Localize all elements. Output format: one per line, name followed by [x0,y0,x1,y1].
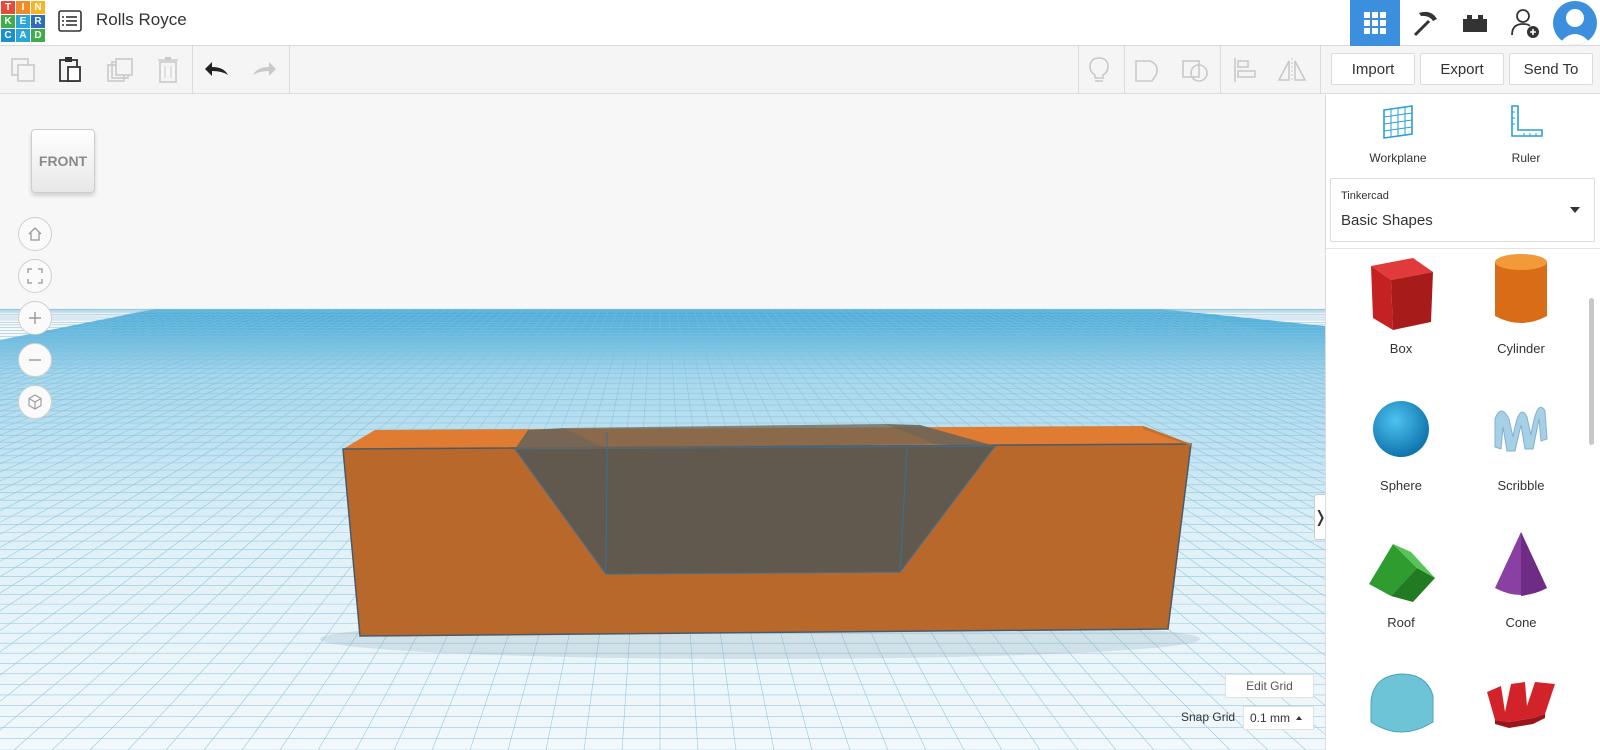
delete-icon[interactable] [145,46,191,93]
roof-shape-icon [1369,544,1435,602]
cone-shape-icon [1495,532,1547,596]
logo-letter: D [31,29,45,42]
library-source-label: Tinkercad [1341,190,1389,202]
shape-sphere[interactable]: Sphere [1346,389,1456,493]
shape-roof[interactable]: Roof [1346,526,1456,630]
workplane-label: Workplane [1369,151,1427,165]
logo-letter: R [31,15,45,28]
export-button[interactable]: Export [1420,53,1504,85]
perspective-icon[interactable] [18,385,52,419]
chevron-down-icon [1570,207,1580,213]
scribble-shape-icon [1494,406,1548,452]
text-shape-icon [1487,682,1555,728]
ungroup-icon[interactable] [1172,46,1218,93]
shape-box[interactable]: Box [1346,252,1456,356]
tinkercad-logo[interactable]: T I N K E R C A D [0,0,46,43]
shape-label: Cylinder [1497,341,1545,356]
panel-scrollbar[interactable] [1589,298,1594,445]
caret-up-icon [1296,716,1303,720]
shape-label: Box [1389,341,1413,356]
fit-view-icon[interactable] [18,259,52,293]
import-button[interactable]: Import [1331,53,1415,85]
zoom-in-icon[interactable] [18,301,52,335]
redo-icon[interactable] [241,46,287,93]
cylinder-shape-icon [1495,254,1547,323]
group-icon[interactable] [1125,46,1171,93]
mirror-icon[interactable] [1269,46,1315,93]
shape-label: Roof [1387,615,1415,630]
avatar[interactable] [1550,0,1600,46]
snap-grid-value: 0.1 mm [1250,711,1291,725]
undo-icon[interactable] [194,46,240,93]
collapse-panel-button[interactable]: ❭ [1314,494,1325,540]
logo-letter: T [1,1,15,14]
shape-label: Cone [1505,615,1537,630]
3d-viewport[interactable]: FRONT ❭ Edit Grid Snap Grid 0.1 mm [0,94,1325,750]
logo-letter: E [16,15,30,28]
shape-cone[interactable]: Cone [1466,526,1576,630]
bricks-icon[interactable] [1450,0,1500,46]
snap-grid-select[interactable]: 0.1 mm [1243,706,1314,730]
logo-letter: N [31,1,45,14]
shapes-panel: Workplane Ruler Tinkercad Basic Shapes B… [1325,94,1600,750]
logo-letter: I [16,1,30,14]
home-view-icon[interactable] [18,217,52,251]
paste-icon[interactable] [47,46,93,93]
round-roof-shape-icon [1370,673,1434,733]
shape-cylinder[interactable]: Cylinder [1466,252,1576,356]
shape-library-select[interactable]: Tinkercad Basic Shapes [1330,178,1595,242]
ruler-icon [1511,105,1543,137]
box-shape-icon [1371,258,1433,330]
workplane-grid[interactable] [0,94,1325,750]
workplane-tool[interactable]: Workplane [1348,104,1448,165]
snap-grid-label: Snap Grid [1181,710,1236,724]
edit-grid-button[interactable]: Edit Grid [1225,674,1314,698]
shape-round-roof[interactable] [1346,662,1456,747]
add-user-icon[interactable] [1500,0,1550,46]
view-cube[interactable]: FRONT [31,129,95,193]
shape-scribble[interactable]: Scribble [1466,389,1576,493]
avatar-icon [1553,1,1597,45]
send-to-button[interactable]: Send To [1509,53,1593,85]
align-icon[interactable] [1222,46,1268,93]
logo-letter: A [16,29,30,42]
library-name: Basic Shapes [1341,212,1433,229]
ruler-tool[interactable]: Ruler [1476,104,1576,165]
edit-toolbar: Import Export Send To [0,46,1600,94]
copy-icon[interactable] [0,46,46,93]
zoom-out-icon[interactable] [18,343,52,377]
shape-label: Scribble [1497,478,1545,493]
shape-label: Sphere [1380,478,1422,493]
grid-view-icon[interactable] [1350,0,1400,46]
project-title[interactable]: Rolls Royce [96,10,187,30]
shape-text[interactable] [1466,662,1576,747]
top-bar: T I N K E R C A D Rolls Royce [0,0,1600,46]
pickaxe-icon[interactable] [1400,0,1450,46]
lightbulb-icon[interactable] [1076,46,1122,93]
logo-letter: C [1,29,15,42]
sphere-shape-icon [1373,401,1429,457]
workplane-icon [1383,105,1413,139]
duplicate-icon[interactable] [97,46,143,93]
logo-letter: K [1,15,15,28]
design-list-icon[interactable] [58,10,82,32]
ruler-label: Ruler [1511,151,1541,165]
